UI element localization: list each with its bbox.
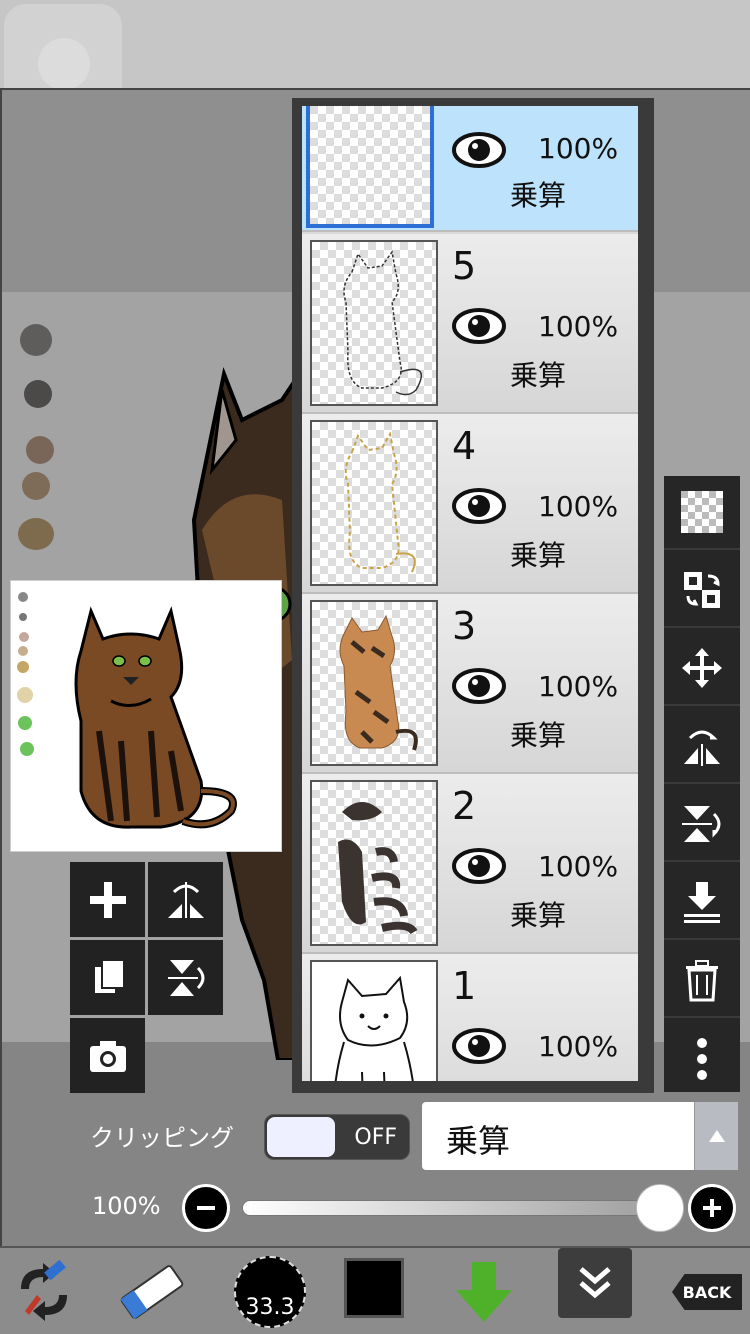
flip-horizontal-button[interactable] <box>148 862 223 937</box>
clipping-toggle[interactable]: OFF <box>264 1114 410 1160</box>
layer-thumbnail <box>310 240 438 406</box>
layer-blend-mode: 乗算 <box>510 179 567 212</box>
layer-opacity: 100% <box>538 490 619 523</box>
opacity-label: 100% <box>92 1192 161 1220</box>
transparency-button[interactable] <box>664 476 740 550</box>
opacity-slider[interactable] <box>242 1200 682 1216</box>
flip-horizontal-icon <box>167 881 204 918</box>
collapse-menu-button[interactable] <box>558 1248 632 1318</box>
layer-row[interactable]: 5 100% 乗算 <box>302 234 638 414</box>
flip-layer-horizontal-button[interactable] <box>664 710 740 784</box>
download-button[interactable] <box>446 1248 522 1334</box>
opacity-increase-button[interactable] <box>688 1184 736 1232</box>
back-button[interactable]: BACK <box>672 1274 742 1310</box>
delete-layer-button[interactable] <box>664 944 740 1018</box>
arrow-down-icon <box>456 1262 512 1322</box>
layer-thumbnail <box>310 420 438 586</box>
camera-import-button[interactable] <box>70 1018 145 1093</box>
blend-mode-value: 乗算 <box>446 1122 511 1160</box>
layer-thumbnail <box>306 106 434 228</box>
palette-swatch[interactable] <box>20 324 52 356</box>
layer-row[interactable]: 3 100% 乗算 <box>302 594 638 774</box>
double-chevron-down-icon <box>579 1267 611 1299</box>
layer-blend-mode: 乗算 <box>510 899 567 932</box>
more-vertical-icon <box>697 1038 707 1080</box>
dropdown-arrow-icon[interactable] <box>694 1102 738 1170</box>
flip-vertical-icon <box>167 959 204 996</box>
flip-vertical-icon <box>682 806 721 842</box>
color-picker-button[interactable] <box>344 1258 404 1318</box>
eye-icon[interactable] <box>452 130 506 170</box>
layer-blend-mode: 乗算 <box>510 1074 566 1081</box>
swap-tools-icon <box>21 1259 67 1321</box>
layer-blend-mode: 乗算 <box>510 359 567 392</box>
layer-number: 3 <box>452 604 477 648</box>
tool-switch-button[interactable] <box>6 1248 82 1334</box>
eye-icon[interactable] <box>452 846 506 886</box>
layer-opacity: 100% <box>538 670 619 703</box>
layer-number: 5 <box>452 244 477 288</box>
layer-thumbnail <box>310 960 438 1081</box>
layer-opacity: 100% <box>538 132 619 165</box>
layer-number: 1 <box>452 964 477 1008</box>
toggle-state-label: OFF <box>354 1125 397 1150</box>
move-icon <box>682 648 722 688</box>
eye-icon[interactable] <box>452 486 506 526</box>
layer-list[interactable]: 100% 乗算 5 100% 乗算 4 100% 乗算 3 100% 乗算 2 … <box>302 106 638 1081</box>
opacity-slider-thumb[interactable] <box>636 1184 684 1232</box>
swap-layer-button[interactable] <box>664 554 740 628</box>
move-layer-button[interactable] <box>664 632 740 706</box>
palette-swatch[interactable] <box>22 472 50 500</box>
layer-number: 2 <box>452 784 477 828</box>
plus-icon <box>89 881 126 918</box>
plus-icon <box>703 1199 721 1217</box>
brush-size-value: 33.3 <box>245 1295 295 1320</box>
duplicate-layer-button[interactable] <box>70 940 145 1015</box>
eye-icon[interactable] <box>452 1026 506 1066</box>
layer-side-toolbar <box>664 476 740 1092</box>
palette-swatch[interactable] <box>18 518 54 550</box>
canvas-preview[interactable] <box>10 580 282 852</box>
layer-thumbnail <box>310 780 438 946</box>
merge-down-icon <box>684 882 720 923</box>
flip-horizontal-icon <box>684 730 720 766</box>
flip-vertical-button[interactable] <box>148 940 223 1015</box>
layer-opacity: 100% <box>538 310 619 343</box>
layer-thumbnail <box>310 600 438 766</box>
flip-layer-vertical-button[interactable] <box>664 788 740 862</box>
brush-size-button[interactable]: 33.3 <box>234 1256 306 1328</box>
eye-icon[interactable] <box>452 306 506 346</box>
palette-swatch[interactable] <box>26 436 54 464</box>
layer-opacity: 100% <box>538 1030 619 1063</box>
top-strip <box>0 0 750 122</box>
trash-icon <box>686 960 718 1002</box>
layer-opacity: 100% <box>538 850 619 883</box>
toggle-knob <box>267 1117 335 1157</box>
opacity-decrease-button[interactable] <box>182 1184 230 1232</box>
layer-blend-mode: 乗算 <box>510 719 567 752</box>
palette-swatch[interactable] <box>24 380 52 408</box>
camera-icon <box>89 1040 126 1072</box>
layer-row[interactable]: 4 100% 乗算 <box>302 414 638 594</box>
layer-row[interactable]: 1 100% 乗算 <box>302 954 638 1081</box>
merge-down-button[interactable] <box>664 866 740 940</box>
blend-mode-select[interactable]: 乗算 <box>422 1102 738 1170</box>
layer-blend-mode: 乗算 <box>510 539 567 572</box>
layer-row[interactable]: 100% 乗算 <box>302 106 638 232</box>
layer-panel: 100% 乗算 5 100% 乗算 4 100% 乗算 3 100% 乗算 2 … <box>292 98 654 1093</box>
eraser-tool-button[interactable] <box>114 1248 190 1334</box>
swap-icon <box>684 572 720 608</box>
eraser-icon <box>120 1265 184 1320</box>
minus-icon <box>197 1206 215 1210</box>
more-options-button[interactable] <box>664 1022 740 1096</box>
checkerboard-icon <box>681 491 723 533</box>
copy-icon <box>92 958 125 995</box>
layer-number: 4 <box>452 424 477 468</box>
layer-row[interactable]: 2 100% 乗算 <box>302 774 638 954</box>
add-layer-button[interactable] <box>70 862 145 937</box>
app-screen: 100% 乗算 5 100% 乗算 4 100% 乗算 3 100% 乗算 2 … <box>0 0 750 1334</box>
clipping-label: クリッピング <box>90 1124 234 1152</box>
eye-icon[interactable] <box>452 666 506 706</box>
